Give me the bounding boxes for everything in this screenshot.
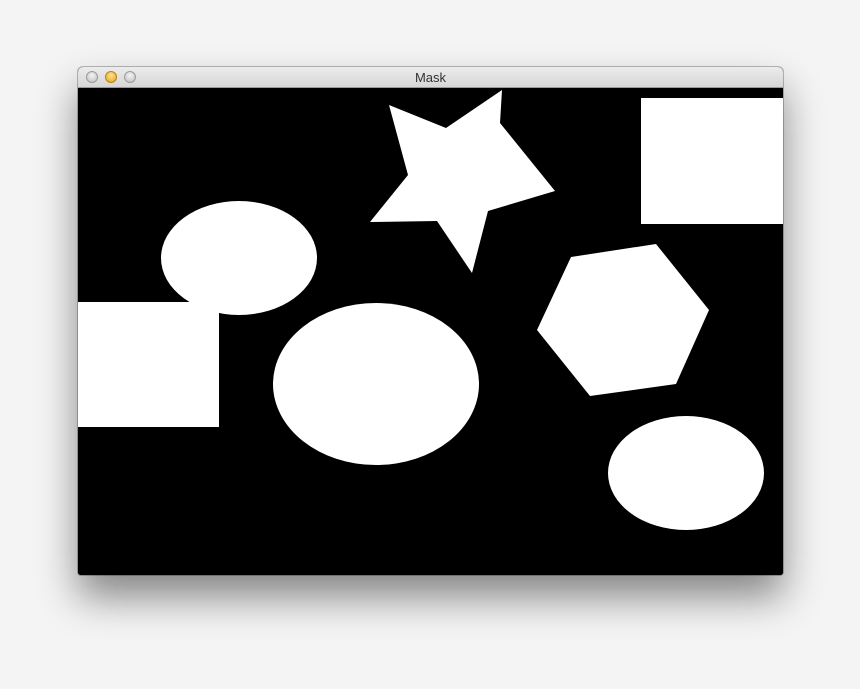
ellipse-upper-left [161, 201, 317, 315]
ellipse-center [273, 303, 479, 465]
window-title: Mask [414, 70, 447, 85]
mask-canvas [78, 88, 783, 575]
rectangle-left [78, 302, 219, 427]
ellipse-lower-right [608, 416, 764, 530]
rectangle-top-right [641, 98, 783, 224]
title-bar[interactable]: Mask [78, 67, 783, 88]
mask-image [78, 88, 783, 575]
mask-window: Mask [78, 67, 783, 575]
